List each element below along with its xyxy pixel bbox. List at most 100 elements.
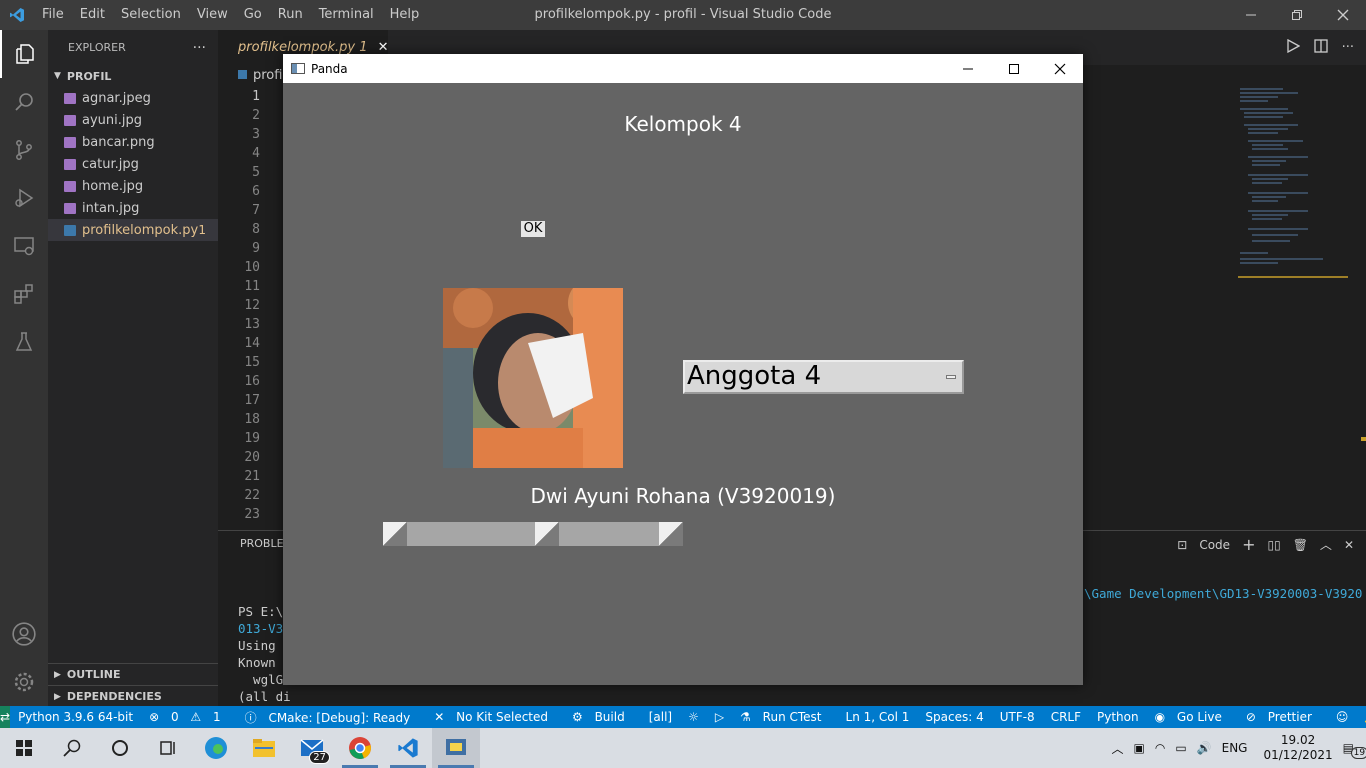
extensions-icon[interactable] — [0, 270, 48, 318]
menu-go[interactable]: Go — [236, 0, 270, 30]
python-app-icon[interactable] — [432, 728, 480, 768]
line-numbers: 1 2 3 4 5 6 7 8 9 10 11 12 13 14 15 16 17 18 19 20 21 22 23 — [244, 89, 260, 522]
python-interpreter[interactable]: Python 3.9.6 64-bit — [10, 710, 141, 724]
network-icon[interactable]: ◠ — [1155, 741, 1165, 755]
launch-icon[interactable]: ▷ — [707, 710, 732, 724]
menu-file[interactable]: File — [34, 0, 72, 30]
file-item[interactable]: bancar.png — [48, 131, 218, 153]
split-terminal-icon[interactable]: ▯▯ — [1267, 538, 1280, 552]
more-actions-icon[interactable]: ··· — [1342, 40, 1354, 55]
vscode-taskbar-icon[interactable] — [384, 728, 432, 768]
build-target[interactable]: [all] — [641, 710, 680, 724]
more-actions-icon[interactable]: ··· — [193, 40, 206, 56]
start-button[interactable] — [0, 728, 48, 768]
input-language[interactable]: ENG — [1222, 741, 1248, 755]
run-debug-icon[interactable] — [0, 174, 48, 222]
source-control-icon[interactable] — [0, 126, 48, 174]
account-icon[interactable] — [0, 610, 48, 658]
terminal-profile-label[interactable]: Code — [1199, 538, 1230, 552]
clock[interactable]: 19.02 01/12/2021 — [1263, 733, 1332, 763]
trash-icon[interactable]: 🗑 — [1293, 538, 1308, 552]
file-explorer-icon[interactable] — [240, 728, 288, 768]
encoding[interactable]: UTF-8 — [992, 710, 1043, 724]
chevron-up-icon[interactable]: ︿ — [1111, 740, 1123, 757]
close-panel-icon[interactable]: ✕ — [1344, 538, 1354, 552]
image-file-icon — [64, 202, 76, 214]
cortana-icon[interactable] — [96, 728, 144, 768]
member-slider[interactable] — [383, 522, 683, 546]
meet-now-icon[interactable]: ▣ — [1134, 741, 1145, 755]
menu-edit[interactable]: Edit — [72, 0, 113, 30]
file-item[interactable]: ayuni.jpg — [48, 109, 218, 131]
menu-help[interactable]: Help — [382, 0, 428, 30]
cmake-status[interactable]: ⓘ CMake: [Debug]: Ready — [237, 709, 427, 726]
minimize-button[interactable] — [1228, 0, 1274, 30]
menu-view[interactable]: View — [189, 0, 236, 30]
slider-left-arrow[interactable] — [383, 522, 407, 546]
restore-button[interactable] — [1274, 0, 1320, 30]
menu-selection[interactable]: Selection — [113, 0, 189, 30]
panda-maximize-button[interactable] — [991, 54, 1037, 83]
settings-gear-icon[interactable] — [0, 658, 48, 706]
file-item[interactable]: catur.jpg — [48, 153, 218, 175]
file-item-active[interactable]: profilkelompok.py 1 — [48, 219, 218, 241]
chrome-icon[interactable] — [336, 728, 384, 768]
battery-icon[interactable]: ▭ — [1175, 741, 1186, 755]
cursor-position[interactable]: Ln 1, Col 1 — [838, 710, 918, 724]
image-file-icon — [64, 92, 76, 104]
go-live-button[interactable]: ◉ Go Live — [1147, 710, 1238, 724]
search-icon[interactable] — [48, 728, 96, 768]
problems-count[interactable]: ⊗ 0 ⚠ 1 — [141, 710, 237, 724]
panda-minimize-button[interactable] — [945, 54, 991, 83]
ok-button[interactable]: OK — [521, 221, 545, 237]
split-editor-icon[interactable] — [1313, 38, 1328, 57]
image-file-icon — [64, 136, 76, 148]
member-dropdown[interactable]: Anggota 4 — [683, 360, 964, 394]
dependencies-section[interactable]: ▶ DEPENDENCIES — [48, 685, 218, 707]
menu-terminal[interactable]: Terminal — [311, 0, 382, 30]
chevron-right-icon: ▶ — [54, 669, 61, 680]
ctest-button[interactable]: ⚗ Run CTest — [732, 710, 837, 724]
volume-icon[interactable]: 🔊 — [1197, 741, 1212, 755]
notifications-bell-icon[interactable]: 🔔 — [1356, 710, 1366, 724]
line-ending[interactable]: CRLF — [1043, 710, 1089, 724]
breadcrumb[interactable]: profi — [238, 68, 282, 83]
edge-icon[interactable] — [192, 728, 240, 768]
panda-app-icon — [291, 63, 305, 74]
slider-thumb[interactable] — [535, 522, 559, 546]
close-button[interactable] — [1320, 0, 1366, 30]
folder-profil[interactable]: ▼ PROFIL — [48, 65, 218, 87]
new-terminal-icon[interactable]: + — [1242, 535, 1255, 554]
build-button[interactable]: ⚙ Build — [564, 710, 641, 724]
panda-close-button[interactable] — [1037, 54, 1083, 83]
testing-icon[interactable] — [0, 318, 48, 366]
remote-icon[interactable]: ⇄ — [0, 706, 11, 728]
search-icon[interactable] — [0, 78, 48, 126]
menu-run[interactable]: Run — [270, 0, 311, 30]
panda-titlebar[interactable]: Panda — [283, 54, 1083, 83]
indentation[interactable]: Spaces: 4 — [917, 710, 991, 724]
slider-right-arrow[interactable] — [659, 522, 683, 546]
close-tab-icon[interactable]: ✕ — [378, 40, 389, 55]
run-file-icon[interactable] — [1286, 38, 1300, 57]
file-item[interactable]: intan.jpg — [48, 197, 218, 219]
kit-selector[interactable]: ✕ No Kit Selected — [426, 710, 564, 724]
explorer-icon[interactable] — [0, 30, 48, 78]
feedback-icon[interactable]: ☺ — [1328, 710, 1357, 724]
prettier-button[interactable]: ⊘ Prettier — [1238, 710, 1328, 724]
menu-bar: File Edit Selection View Go Run Terminal… — [34, 0, 427, 30]
chevron-down-icon: ▼ — [54, 71, 61, 81]
windows-taskbar: 27 ︿ ▣ ◠ ▭ 🔊 ENG 19.02 01/12/2021 ▤ 19 — [0, 728, 1366, 768]
file-item[interactable]: agnar.jpeg — [48, 87, 218, 109]
outline-section[interactable]: ▶ OUTLINE — [48, 663, 218, 685]
notification-center-icon[interactable]: ▤ 19 — [1343, 741, 1366, 759]
remote-explorer-icon[interactable] — [0, 222, 48, 270]
task-view-icon[interactable] — [144, 728, 192, 768]
language-mode[interactable]: Python — [1089, 710, 1147, 724]
mail-icon[interactable]: 27 — [288, 728, 336, 768]
file-item[interactable]: home.jpg — [48, 175, 218, 197]
minimap[interactable] — [1238, 85, 1348, 280]
maximize-panel-icon[interactable]: ︿ — [1320, 536, 1332, 553]
panda-window-title: Panda — [311, 61, 348, 76]
debug-icon[interactable]: ☼ — [680, 710, 707, 724]
